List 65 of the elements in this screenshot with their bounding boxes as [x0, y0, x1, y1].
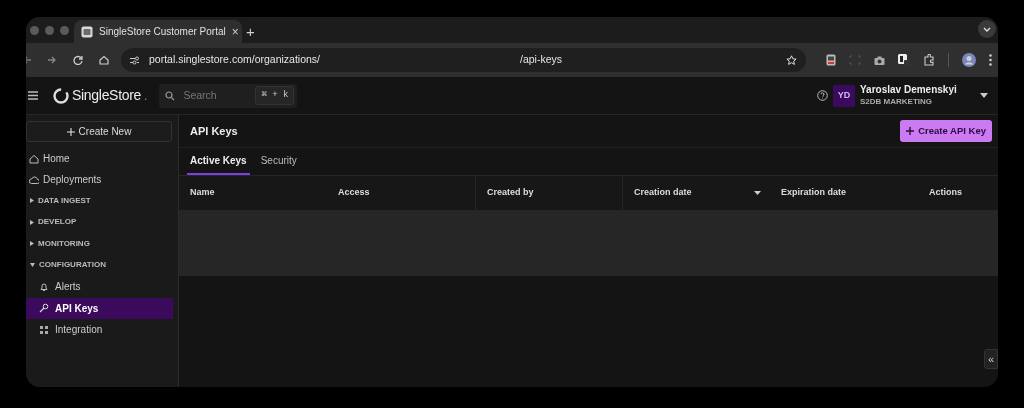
sidebar-item[interactable]: Integration: [26, 319, 173, 341]
tab-search-button[interactable]: [978, 20, 996, 38]
page-icon: [81, 25, 93, 38]
caret-right-icon: [30, 219, 34, 225]
column-header[interactable]: Expiration date: [781, 186, 846, 200]
sidebar-item[interactable]: Home: [26, 148, 178, 169]
logo-text: SingleStore: [72, 86, 142, 105]
create-api-key-button[interactable]: Create API Key: [900, 120, 992, 142]
puzzle-icon[interactable]: [923, 54, 935, 66]
home-icon: [29, 153, 39, 164]
chevron-icon: [983, 26, 991, 32]
logo-icon: [53, 87, 69, 104]
close-icon[interactable]: ×: [231, 25, 239, 38]
caret-down-icon: [30, 263, 35, 268]
column-header[interactable]: Access: [338, 186, 370, 200]
grid-icon: [39, 324, 49, 335]
column-header[interactable]: Created by: [487, 186, 534, 200]
logo-dot: .: [144, 88, 148, 105]
search-icon: [165, 90, 176, 101]
create-new-button[interactable]: Create New: [26, 121, 172, 142]
user-name: Yaroslav Demenskyi: [860, 84, 958, 96]
column-header[interactable]: Creation date: [634, 186, 692, 200]
profile-avatar-icon[interactable]: [962, 53, 976, 67]
camera-icon[interactable]: [874, 55, 885, 65]
star-icon[interactable]: [786, 54, 797, 66]
more-icon[interactable]: [989, 54, 992, 66]
section-header[interactable]: DEVELOP: [26, 211, 178, 233]
search-placeholder: Search: [183, 87, 218, 103]
column-header[interactable]: Name: [190, 186, 215, 200]
section-header[interactable]: CONFIGURATION: [26, 254, 178, 276]
help-icon[interactable]: [817, 90, 828, 101]
caret-right-icon: [30, 198, 34, 204]
shortcut-key: ⌘ + k: [255, 85, 295, 106]
plus-icon: [906, 127, 915, 135]
forward-icon[interactable]: [47, 55, 57, 65]
sidebar-item[interactable]: API Keys: [26, 297, 173, 319]
caret-right-icon: [30, 241, 34, 247]
menu-icon[interactable]: [28, 91, 38, 100]
user-avatar[interactable]: YD: [833, 84, 855, 107]
address-bar[interactable]: portal.singlestore.com/organizations/ /api-keys: [121, 48, 806, 72]
site-settings-icon[interactable]: [129, 55, 140, 65]
extension-icon[interactable]: [826, 54, 836, 66]
plus-icon: [66, 127, 75, 136]
bell-icon: [39, 281, 49, 292]
search-field[interactable]: Search ⌘ + k: [159, 83, 298, 108]
sort-caret-icon[interactable]: [754, 191, 761, 195]
section-header[interactable]: DATA INGEST: [26, 190, 178, 212]
home-icon[interactable]: [99, 55, 109, 65]
sidebar-item[interactable]: Alerts: [26, 276, 173, 298]
cloud-icon: [29, 174, 39, 185]
tab-title: SingleStore Customer Portal: [99, 25, 226, 39]
tab[interactable]: Security: [257, 148, 300, 175]
section-header[interactable]: MONITORING: [26, 233, 178, 255]
browser-tab[interactable]: SingleStore Customer Portal ×: [74, 20, 242, 43]
extension-icon[interactable]: [898, 54, 910, 66]
organization-name: S2DB MARKETING: [860, 96, 933, 107]
caret-icon[interactable]: [980, 93, 988, 98]
column-header[interactable]: Actions: [929, 186, 962, 200]
collapse-button[interactable]: «: [984, 349, 998, 369]
sidebar-item[interactable]: Deployments: [26, 169, 178, 190]
url-text: portal.singlestore.com/organizations/: [149, 52, 320, 68]
new-tab-button[interactable]: +: [246, 24, 255, 39]
reload-icon[interactable]: [73, 55, 83, 65]
page-title: API Keys: [190, 123, 238, 139]
url-text: /api-keys: [520, 52, 562, 68]
